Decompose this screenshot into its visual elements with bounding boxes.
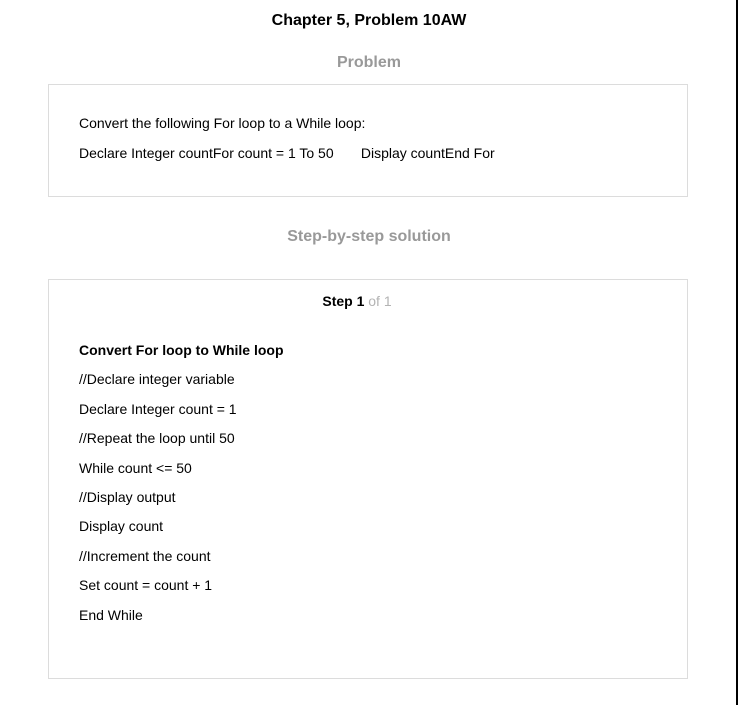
solution-line: //Repeat the loop until 50 <box>79 430 235 446</box>
solution-line: //Increment the count <box>79 548 211 564</box>
page-title: Chapter 5, Problem 10AW <box>271 12 467 29</box>
solution-line: //Declare integer variable <box>79 371 235 387</box>
problem-code: Declare Integer countFor count = 1 To 50… <box>79 145 495 161</box>
solution-box: Step 1 of 1 Convert For loop to While lo… <box>48 279 688 679</box>
solution-line: Declare Integer count = 1 <box>79 401 237 417</box>
step-indicator: Step 1 of 1 <box>49 292 665 310</box>
problem-box: Convert the following For loop to a Whil… <box>48 84 688 197</box>
step-number: Step 1 <box>322 293 365 309</box>
step-total: of 1 <box>368 293 392 309</box>
solution-line: Set count = count + 1 <box>79 577 213 593</box>
problem-statement: Convert the following For loop to a Whil… <box>79 115 366 131</box>
solution-line: Display count <box>79 518 164 534</box>
solution-line: //Display output <box>79 489 176 505</box>
step-title: Convert For loop to While loop <box>79 342 284 358</box>
solution-heading: Step-by-step solution <box>287 228 451 245</box>
problem-heading: Problem <box>336 54 401 71</box>
solution-line: While count <= 50 <box>79 460 192 476</box>
solution-line: End While <box>79 607 143 623</box>
